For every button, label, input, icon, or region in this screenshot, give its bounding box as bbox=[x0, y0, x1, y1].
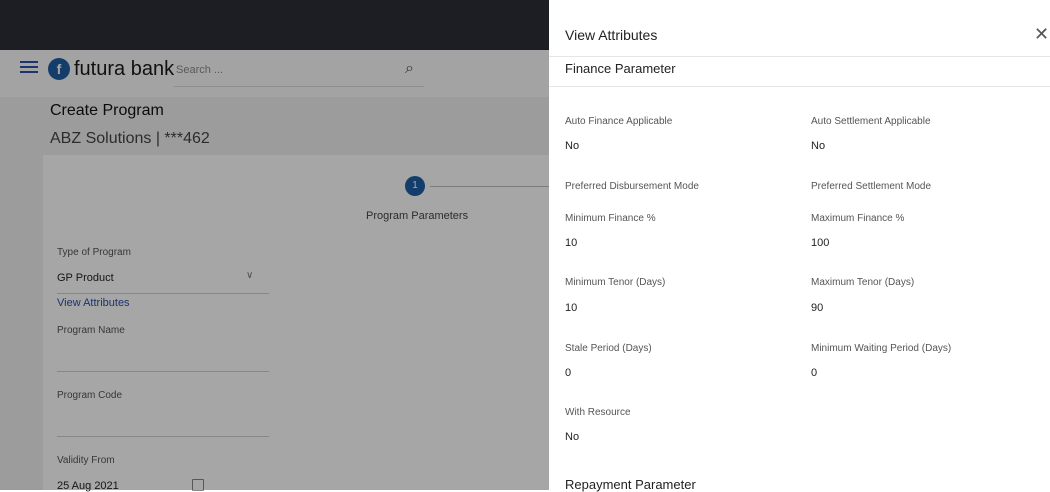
preferred-disbursement-label: Preferred Disbursement Mode bbox=[565, 181, 699, 192]
minimum-waiting-period-label: Minimum Waiting Period (Days) bbox=[811, 343, 952, 354]
maximum-finance-label: Maximum Finance % bbox=[811, 213, 905, 224]
auto-finance-label: Auto Finance Applicable bbox=[565, 116, 673, 127]
close-icon[interactable]: ✕ bbox=[1034, 24, 1049, 45]
preferred-settlement-label: Preferred Settlement Mode bbox=[811, 181, 932, 192]
section-divider bbox=[549, 86, 1050, 87]
stale-period-value: 0 bbox=[565, 367, 572, 379]
minimum-finance-label: Minimum Finance % bbox=[565, 213, 656, 224]
minimum-tenor-label: Minimum Tenor (Days) bbox=[565, 277, 666, 288]
panel-divider bbox=[549, 56, 1050, 57]
auto-settlement-label: Auto Settlement Applicable bbox=[811, 116, 931, 127]
maximum-tenor-value: 90 bbox=[811, 302, 824, 314]
maximum-finance-value: 100 bbox=[811, 237, 830, 249]
with-resource-label: With Resource bbox=[565, 407, 631, 418]
auto-settlement-value: No bbox=[811, 140, 826, 152]
modal-overlay[interactable] bbox=[0, 0, 549, 490]
maximum-tenor-label: Maximum Tenor (Days) bbox=[811, 277, 915, 288]
minimum-waiting-period-value: 0 bbox=[811, 367, 818, 379]
minimum-finance-value: 10 bbox=[565, 237, 578, 249]
auto-finance-value: No bbox=[565, 140, 580, 152]
minimum-tenor-value: 10 bbox=[565, 302, 578, 314]
panel-title: View Attributes bbox=[565, 27, 658, 43]
section-title-finance: Finance Parameter bbox=[565, 61, 676, 76]
with-resource-value: No bbox=[565, 431, 580, 443]
stale-period-label: Stale Period (Days) bbox=[565, 343, 652, 354]
